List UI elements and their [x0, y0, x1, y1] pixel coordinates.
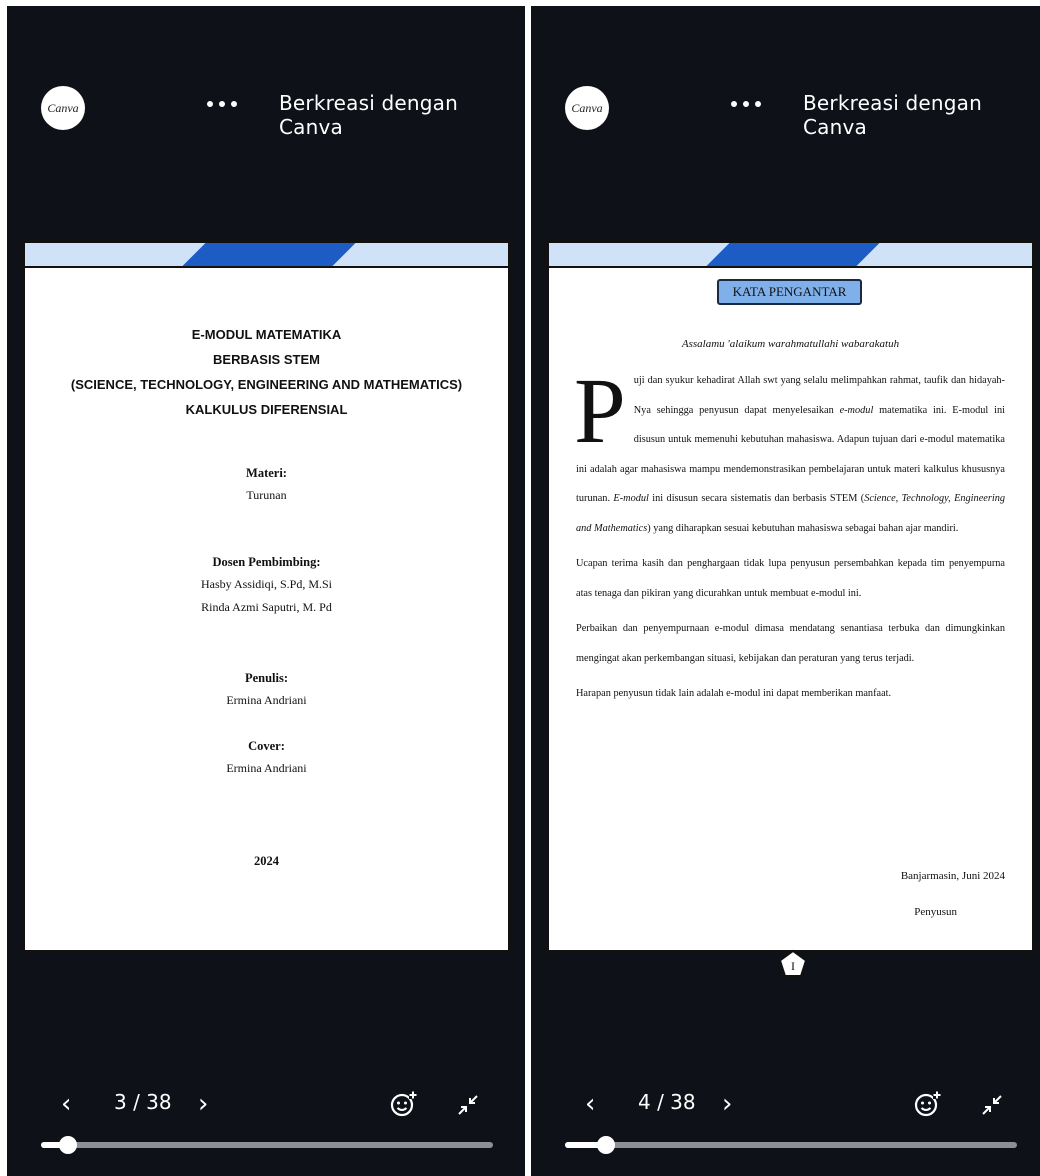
minimize-icon[interactable]	[981, 1094, 1003, 1116]
page-indicator: 4 / 38	[638, 1090, 696, 1114]
materi-value: Turunan	[246, 488, 287, 502]
canva-logo[interactable]: Canva	[41, 86, 85, 130]
logo-text: Canva	[47, 100, 79, 115]
viewer-panel-right: Canva Berkreasi dengan Canva KATA PENGAN…	[531, 6, 1040, 1176]
foreword-page-content: KATA PENGANTAR Assalamu 'alaikum warahma…	[549, 268, 1032, 977]
create-with-canva-link[interactable]: Berkreasi dengan Canva	[803, 91, 1040, 139]
page-indicator: 3 / 38	[114, 1090, 172, 1114]
cover-value: Ermina Andriani	[226, 761, 307, 775]
dosen-label: Dosen Pembimbing:	[212, 555, 321, 569]
page-slider[interactable]	[41, 1136, 493, 1154]
next-page-button[interactable]: ›	[198, 1091, 208, 1117]
year: 2024	[254, 854, 279, 868]
paragraph: Harapan penyusun tidak lain adalah e-mod…	[576, 688, 892, 699]
header-band	[549, 243, 1032, 268]
add-reaction-icon[interactable]	[914, 1090, 942, 1118]
greeting: Assalamu 'alaikum warahmatullahi wabarak…	[681, 338, 900, 350]
page-slider[interactable]	[565, 1136, 1017, 1154]
cover-title: E-MODUL MATEMATIKA BERBASIS STEM (SCIENC…	[25, 322, 508, 422]
more-horizontal-icon[interactable]	[731, 92, 761, 116]
create-with-canva-link[interactable]: Berkreasi dengan Canva	[279, 91, 525, 139]
penulis-value: Ermina Andriani	[226, 693, 307, 707]
title-line: KALKULUS DIFERENSIAL	[185, 402, 348, 417]
cover-page-content: E-MODUL MATEMATIKA BERBASIS STEM (SCIENC…	[25, 268, 508, 950]
prev-page-button[interactable]: ‹	[61, 1091, 71, 1117]
canva-logo[interactable]: Canva	[565, 86, 609, 130]
header-stripe	[704, 243, 880, 266]
penulis-label: Penulis:	[244, 671, 289, 685]
slider-thumb[interactable]	[597, 1136, 615, 1154]
more-horizontal-icon[interactable]	[207, 92, 237, 116]
paragraph: Ucapan terima kasih dan penghargaan tida…	[576, 558, 1005, 599]
add-reaction-icon[interactable]	[390, 1090, 418, 1118]
paragraph: Perbaikan dan penyempurnaan e-modul dima…	[576, 623, 1005, 664]
top-bar: Canva Berkreasi dengan Canva	[531, 6, 1040, 230]
logo-text: Canva	[571, 100, 603, 115]
foreword-body: Puji dan syukur kehadirat Allah swt yang…	[574, 360, 1006, 715]
foreword-heading: KATA PENGANTAR	[717, 279, 862, 305]
viewer-panel-left: Canva Berkreasi dengan Canva E-MODUL MAT…	[7, 6, 525, 1176]
title-line: E-MODUL MATEMATIKA	[191, 327, 342, 342]
header-stripe	[180, 243, 356, 266]
dosen-name: Rinda Azmi Saputri, M. Pd	[201, 600, 332, 614]
drop-cap: P	[574, 360, 626, 463]
paragraph: Puji dan syukur kehadirat Allah swt yang…	[574, 360, 1006, 534]
prev-page-button[interactable]: ‹	[585, 1091, 595, 1117]
title-line: (SCIENCE, TECHNOLOGY, ENGINEERING AND MA…	[70, 377, 463, 392]
next-page-button[interactable]: ›	[722, 1091, 732, 1117]
top-bar: Canva Berkreasi dengan Canva	[7, 6, 525, 230]
materi-label: Materi:	[246, 466, 287, 480]
signature-place-date: Banjarmasin, Juni 2024	[900, 870, 1005, 882]
document-page: E-MODUL MATEMATIKA BERBASIS STEM (SCIENC…	[22, 240, 511, 953]
signature-name: Penyusun	[914, 906, 957, 918]
title-line: BERBASIS STEM	[213, 352, 320, 367]
minimize-icon[interactable]	[457, 1094, 479, 1116]
document-page: KATA PENGANTAR Assalamu 'alaikum warahma…	[546, 240, 1035, 977]
header-band	[25, 243, 508, 268]
cover-label: Cover:	[248, 739, 285, 753]
dosen-name: Hasby Assidiqi, S.Pd, M.Si	[200, 577, 333, 591]
slider-thumb[interactable]	[59, 1136, 77, 1154]
